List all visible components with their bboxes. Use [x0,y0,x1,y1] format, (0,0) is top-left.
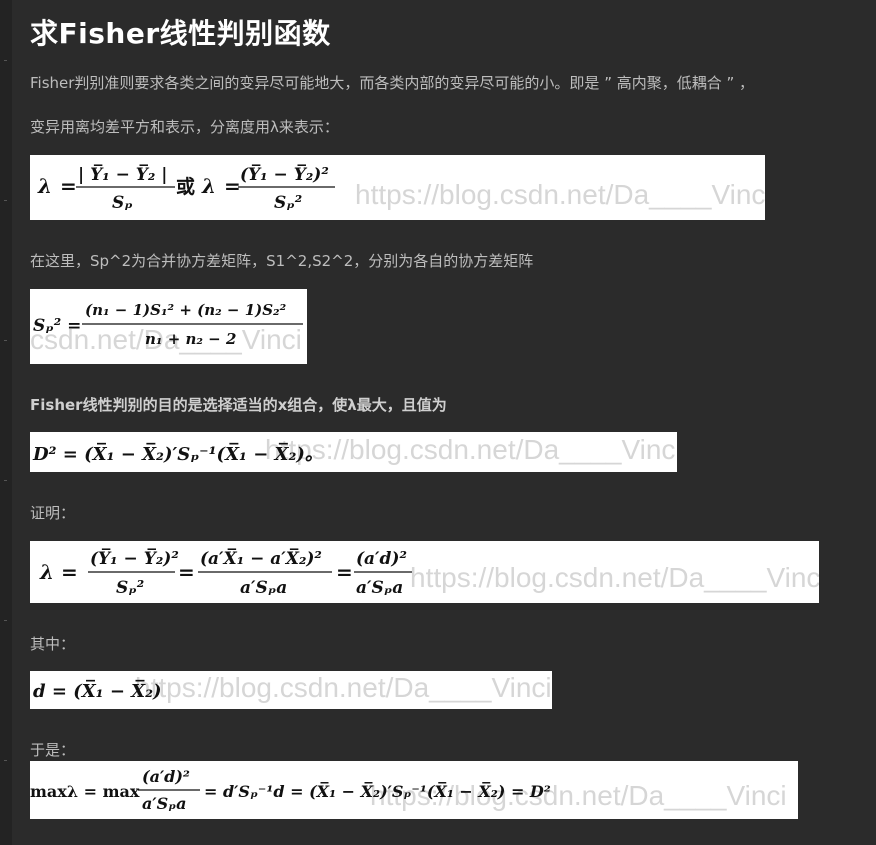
eq6-denominator: a′Sₚa [142,794,186,813]
equation-d-definition: https://blog.csdn.net/Da____Vinci d = (X… [30,671,552,709]
watermark: https://blog.csdn.net/Da____Vinci [410,562,819,593]
eq1-lambda-2: λ [201,174,216,198]
eq4-equals-1: = [178,560,195,584]
eq6-lhs: maxλ = max [30,782,140,801]
eq3-expression: D² = (X̅₁ − X̅₂)′Sₚ⁻¹(X̅₁ − X̅₂)。 [32,443,323,465]
equation-max-lambda: https://blog.csdn.net/Da____Vinci maxλ =… [30,761,798,819]
rail-tick [4,620,7,621]
watermark: https://blog.csdn.net/Da____Vinci [135,672,552,703]
paragraph-where: 其中： [30,635,76,653]
eq4-denominator-1: Sₚ² [116,578,144,598]
eq4-denominator-3: a′Sₚa [356,578,403,598]
eq1-denominator-1: Sₚ [112,193,133,213]
article-body: 求Fisher线性判别函数 Fisher判别准则要求各类之间的变异尽可能地大，而… [12,0,876,845]
eq2-numerator: (n₁ − 1)S₁² + (n₂ − 1)S₂² [85,301,287,319]
watermark: https://blog.csdn.net/Da____Vinci [265,434,677,465]
paragraph-variation: 变异用离均差平方和表示，分离度用λ来表示： [30,118,339,136]
eq1-equals-2: = [224,174,241,198]
left-rail [0,0,12,845]
watermark: https://blog.csdn.net/Da____Vinci [355,179,765,210]
eq4-numerator-2: (a′X̅₁ − a′X̅₂)² [200,548,322,569]
eq1-numerator-2: (Y̅₁ − Y̅₂)² [240,164,329,185]
eq4-lhs: λ = [39,560,78,584]
rail-tick [4,340,7,341]
rail-tick [4,480,7,481]
rail-tick [4,60,7,61]
eq1-numerator-1: | Y̅₁ − Y̅₂ | [78,164,167,185]
equation-lambda-proof: https://blog.csdn.net/Da____Vinci λ = (Y… [30,541,819,603]
eq1-or: 或 [176,175,195,198]
paragraph-criterion: Fisher判别准则要求各类之间的变异尽可能地大，而各类内部的变异尽可能的小。即… [30,74,755,92]
eq2-lhs: Sₚ² = [33,316,81,336]
eq6-numerator: (a′d)² [142,767,190,786]
eq4-numerator-3: (a′d)² [356,549,407,569]
rail-tick [4,200,7,201]
eq1-equals: = [60,174,77,198]
eq4-equals-2: = [336,560,353,584]
paragraph-hence: 于是： [30,741,76,759]
eq6-rhs: = d′Sₚ⁻¹d = (X̅₁ − X̅₂)′Sₚ⁻¹(X̅₁ − X̅₂) … [204,781,551,801]
eq1-lambda: λ [37,174,52,198]
article-title: 求Fisher线性判别函数 [30,17,331,50]
equation-mahalanobis-d2: https://blog.csdn.net/Da____Vinci D² = (… [30,432,677,472]
equation-pooled-variance: csdn.net/Da____Vinci Sₚ² = (n₁ − 1)S₁² +… [30,289,307,364]
eq2-denominator: n₁ + n₂ − 2 [145,330,236,348]
rail-tick [4,760,7,761]
paragraph-pooled-covariance: 在这里，Sp^2为合并协方差矩阵，S1^2,S2^2，分别为各自的协方差矩阵 [30,252,534,270]
equation-lambda-definition: https://blog.csdn.net/Da____Vinci λ = | … [30,155,765,220]
paragraph-goal: Fisher线性判别的目的是选择适当的x组合，使λ最大，且值为 [30,396,447,414]
eq4-numerator-1: (Y̅₁ − Y̅₂)² [90,548,179,569]
paragraph-proof: 证明： [30,504,76,522]
eq4-denominator-2: a′Sₚa [240,578,287,598]
eq5-expression: d = (X̅₁ − X̅₂) [33,680,162,702]
eq1-denominator-2: Sₚ² [274,193,302,213]
